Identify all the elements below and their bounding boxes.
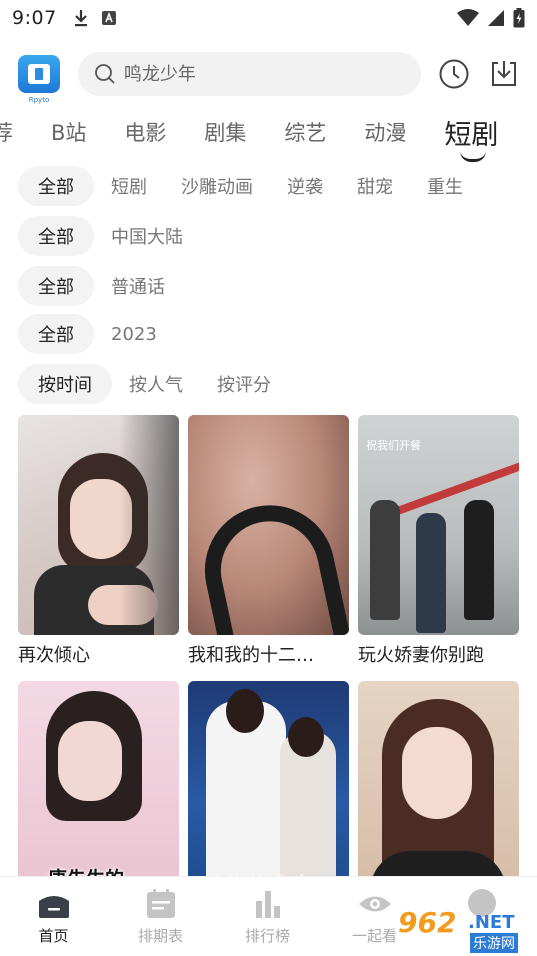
drama-thumbnail[interactable]: 祝我们开餐 (358, 415, 519, 635)
nav-schedule[interactable]: 排期表 (107, 877, 214, 956)
filter-chip-all[interactable]: 全部 (18, 216, 94, 256)
eye-icon (358, 896, 391, 912)
schedule-icon (146, 889, 175, 918)
tab-series[interactable]: 剧集 (204, 117, 246, 147)
app-logo[interactable]: Rpyto (18, 55, 60, 104)
tab-recommend[interactable]: 荐 (0, 117, 13, 147)
drama-thumbnail[interactable]: 唐先生的 (18, 681, 179, 901)
app-notification-icon (101, 11, 116, 25)
filter-chip[interactable]: 甜宠 (340, 166, 410, 206)
drama-title[interactable]: 玩火娇妻你别跑 (358, 641, 519, 667)
filter-chip[interactable]: 2023 (94, 314, 174, 354)
search-icon (95, 64, 115, 84)
filter-row-region: 全部 中国大陆 (18, 216, 200, 256)
category-tabs: 荐 B站 电影 剧集 综艺 动漫 短剧 (0, 108, 536, 162)
filter-chip[interactable]: 短剧 (94, 166, 164, 206)
filter-chip[interactable]: 普通话 (94, 266, 182, 306)
tab-movies[interactable]: 电影 (124, 117, 166, 147)
tab-short-drama[interactable]: 短剧 (444, 113, 498, 162)
tab-bilibili[interactable]: B站 (51, 117, 86, 147)
filter-row-language: 全部 普通话 (18, 266, 182, 306)
download-icon (492, 61, 517, 86)
filter-row-year: 全部 2023 (18, 314, 174, 354)
filter-row-genre: 全部 短剧 沙雕动画 逆袭 甜宠 重生 (18, 166, 480, 206)
filter-chip[interactable]: 中国大陆 (94, 216, 200, 256)
thumbnail-caption: 祝我们开餐 (366, 439, 421, 452)
filter-chip[interactable]: 逆袭 (270, 166, 340, 206)
search-bar[interactable] (77, 52, 422, 96)
status-time: 9:07 (12, 7, 57, 29)
site-watermark: 962 .NET 乐游网 (398, 906, 532, 953)
tab-variety[interactable]: 综艺 (284, 117, 326, 147)
download-notification-icon (74, 10, 87, 27)
nav-ranking[interactable]: 排行榜 (214, 877, 321, 956)
drama-thumbnail[interactable]: 偏执的少宠 (188, 681, 349, 901)
drama-card[interactable] (358, 681, 519, 901)
drama-title[interactable]: 我和我的十二… (188, 641, 349, 667)
drama-thumbnail[interactable] (358, 681, 519, 901)
status-left-icons (73, 9, 117, 27)
sort-chip-by-popularity[interactable]: 按人气 (112, 364, 200, 404)
download-button[interactable] (487, 57, 521, 91)
watermark-sub: 乐游网 (470, 933, 518, 953)
filter-chip[interactable]: 重生 (410, 166, 480, 206)
app-header: Rpyto (0, 48, 537, 104)
status-bar: 9:07 (0, 0, 537, 36)
search-input[interactable] (123, 63, 404, 85)
status-right-icons (457, 8, 525, 28)
drama-title[interactable]: 再次倾心 (18, 641, 179, 667)
nav-label: 首页 (38, 927, 69, 945)
filter-chip-all[interactable]: 全部 (18, 314, 94, 354)
home-icon (38, 896, 69, 918)
drama-thumbnail[interactable] (188, 415, 349, 635)
drama-card[interactable]: 再次倾心 (18, 415, 179, 667)
history-button[interactable] (437, 57, 471, 91)
sort-chip-by-rating[interactable]: 按评分 (200, 364, 288, 404)
battery-icon (513, 8, 525, 28)
drama-card[interactable]: 祝我们开餐 玩火娇妻你别跑 (358, 415, 519, 667)
nav-label: 排期表 (137, 927, 183, 945)
clock-icon (439, 59, 469, 89)
signal-icon (488, 10, 504, 26)
ranking-icon (255, 891, 280, 918)
nav-home[interactable]: 首页 (0, 877, 107, 956)
watermark-net: .NET (468, 912, 515, 933)
filter-chip-all[interactable]: 全部 (18, 166, 94, 206)
wifi-icon (457, 9, 479, 26)
filter-chip[interactable]: 沙雕动画 (164, 166, 270, 206)
drama-card[interactable]: 唐先生的 (18, 681, 179, 901)
nav-label: 一起看 (351, 927, 397, 945)
filter-row-sort: 按时间 按人气 按评分 (18, 364, 288, 404)
watermark-number: 962 (398, 906, 457, 939)
filter-chip-all[interactable]: 全部 (18, 266, 94, 306)
drama-card[interactable]: 我和我的十二… (188, 415, 349, 667)
logo-text: Rpyto (28, 96, 50, 104)
sort-chip-by-time[interactable]: 按时间 (18, 364, 112, 404)
tab-anime[interactable]: 动漫 (364, 117, 406, 147)
logo-mark-icon (27, 64, 50, 84)
drama-card[interactable]: 偏执的少宠 (188, 681, 349, 901)
nav-label: 排行榜 (244, 927, 290, 945)
drama-thumbnail[interactable] (18, 415, 179, 635)
